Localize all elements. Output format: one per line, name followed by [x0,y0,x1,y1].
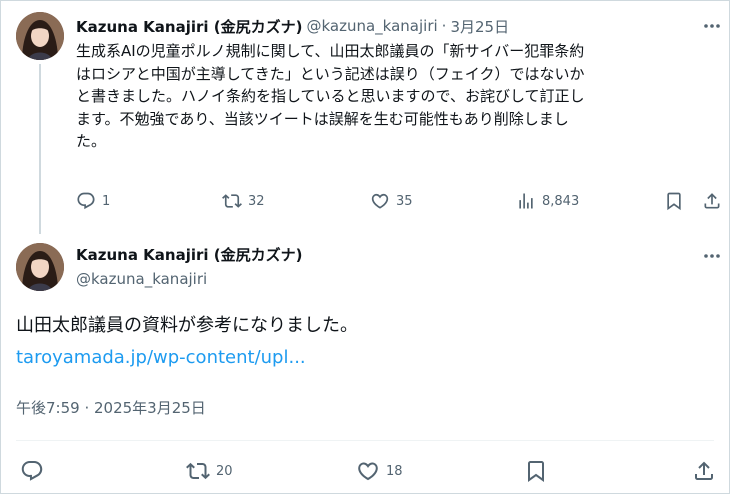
bookmark-button[interactable] [524,458,548,484]
tweet-header: Kazuna Kanajiri (金尻カズナ) @kazuna_kanajiri… [76,16,509,36]
reply-button[interactable]: 1 [76,188,110,214]
like-button[interactable]: 35 [370,188,413,214]
divider [16,440,714,441]
author-name[interactable]: Kazuna Kanajiri (金尻カズナ) [76,244,302,265]
like-count: 18 [386,463,403,479]
tweet-timestamp[interactable]: 午後7:59 · 2025年3月25日 [16,397,206,418]
author-name[interactable]: Kazuna Kanajiri (金尻カズナ) [76,16,302,37]
reply-count: 1 [102,193,111,209]
tweet-link[interactable]: taroyamada.jp/wp-content/upl... [16,344,306,372]
repost-arrows-icon [222,194,242,208]
speech-bubble-icon [21,461,43,481]
more-dots-icon[interactable] [702,16,722,36]
avatar-image [16,243,64,291]
repost-count: 20 [216,463,233,479]
author-handle[interactable]: @kazuna_kanajiri [306,17,437,35]
bookmark-button[interactable] [664,188,684,214]
heart-icon [358,462,378,481]
like-count: 35 [396,193,413,209]
repost-button[interactable]: 32 [222,188,265,214]
avatar[interactable] [16,243,64,291]
repost-count: 32 [248,193,265,209]
separator-dot: · [441,17,447,35]
avatar-image [16,12,64,60]
bookmark-icon [528,461,544,482]
tweet-text: 生成系AIの児童ポルノ規制に関して、山田太郎議員の「新サイバー犯罪条約 はロシア… [76,42,585,150]
tweet-text: 山田太郎議員の資料が参考になりました。 [16,315,358,336]
speech-bubble-icon [77,192,95,210]
like-button[interactable]: 18 [356,458,403,484]
more-dots-icon[interactable] [702,246,722,266]
bookmark-icon [667,192,681,211]
repost-arrows-icon [186,462,210,480]
tweet-actions: 1 32 35 8,843 [76,188,724,214]
thread-connector-line [39,64,41,234]
tweet-actions: 20 18 [16,458,720,486]
share-button[interactable] [692,458,716,484]
views-button[interactable]: 8,843 [516,188,579,214]
author-handle[interactable]: @kazuna_kanajiri [76,270,207,288]
repost-button[interactable]: 20 [186,458,233,484]
share-upload-icon [704,193,720,209]
reply-button[interactable] [20,458,50,484]
avatar[interactable] [16,12,64,60]
tweet-date[interactable]: 3月25日 [450,16,509,37]
views-count: 8,843 [542,193,580,209]
share-upload-icon [695,461,713,480]
share-button[interactable] [702,188,722,214]
heart-icon [371,193,389,209]
bar-chart-icon [519,193,533,209]
